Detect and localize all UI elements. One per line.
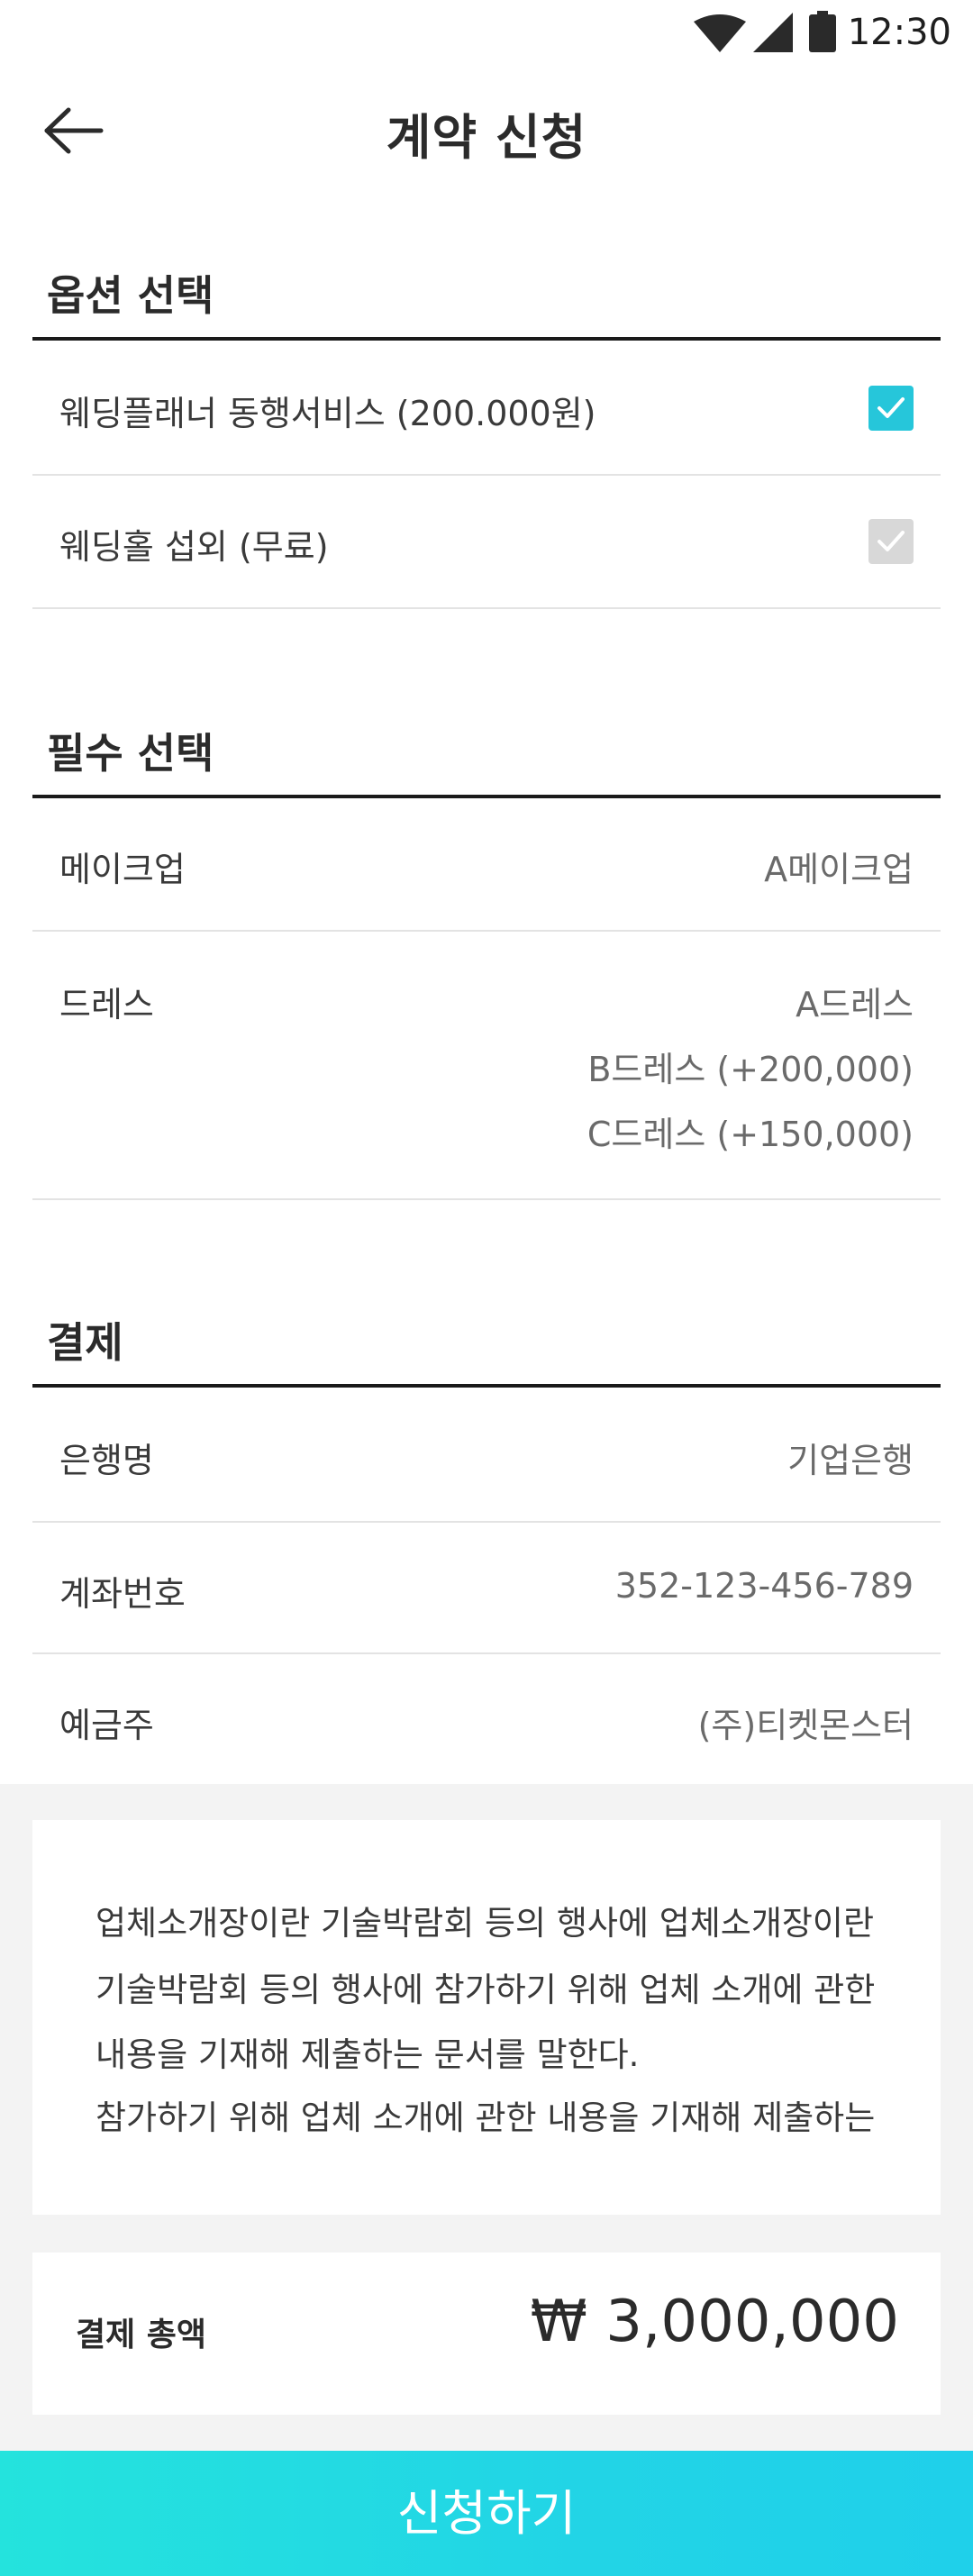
section-divider — [32, 1384, 941, 1388]
row-divider — [32, 607, 941, 609]
row-divider — [32, 474, 941, 476]
account-holder-label: 예금주 — [59, 1706, 154, 1745]
battery-icon — [809, 11, 836, 52]
section-title-required: 필수 선택 — [47, 729, 214, 778]
option-checkbox-planner[interactable] — [868, 386, 914, 431]
total-label: 결제 총액 — [76, 2317, 207, 2353]
notice-line: 참가하기 위해 업체 소개에 관한 내용을 기재해 제출하는 — [95, 2098, 876, 2137]
option-label-planner: 웨딩플래너 동행서비스 (200.000원) — [59, 394, 596, 433]
section-title-options: 옵션 선택 — [47, 271, 214, 320]
option-label-hall: 웨딩홀 섭외 (무료) — [59, 527, 329, 567]
row-divider — [32, 1521, 941, 1523]
bank-name-label: 은행명 — [59, 1441, 154, 1480]
bank-name-value: 기업은행 — [787, 1441, 914, 1480]
status-time: 12:30 — [847, 12, 951, 53]
wifi-icon — [694, 14, 746, 52]
section-divider — [32, 337, 941, 341]
account-number-value: 352-123-456-789 — [614, 1566, 914, 1606]
check-icon — [878, 531, 905, 551]
dress-option-b[interactable]: B드레스 (+200,000) — [587, 1042, 914, 1091]
row-divider — [32, 1652, 941, 1654]
makeup-value[interactable]: A메이크업 — [764, 842, 914, 891]
makeup-label: 메이크업 — [59, 850, 186, 889]
notice-line: 기술박람회 등의 행사에 참가하기 위해 업체 소개에 관한 — [95, 1971, 876, 2009]
check-icon — [878, 397, 905, 418]
option-checkbox-hall[interactable] — [868, 519, 914, 564]
total-amount: ₩ 3,000,000 — [530, 2289, 899, 2355]
row-divider — [32, 1198, 941, 1200]
total-box: 결제 총액 ₩ 3,000,000 — [32, 2253, 941, 2415]
account-number-label: 계좌번호 — [59, 1574, 186, 1614]
dress-label: 드레스 — [59, 985, 154, 1024]
row-divider — [32, 930, 941, 932]
section-title-payment: 결제 — [47, 1318, 123, 1367]
notice-box: 업체소개장이란 기술박람회 등의 행사에 업체소개장이란 기술박람회 등의 행사… — [32, 1820, 941, 2215]
app-bar: 계약 신청 — [0, 72, 973, 189]
status-bar: 12:30 — [0, 0, 973, 65]
notice-line: 업체소개장이란 기술박람회 등의 행사에 업체소개장이란 — [95, 1904, 875, 1943]
signal-icon — [753, 13, 793, 52]
dress-option-c[interactable]: C드레스 (+150,000) — [587, 1106, 914, 1156]
submit-button[interactable]: 신청하기 — [0, 2451, 973, 2576]
section-divider — [32, 795, 941, 798]
notice-line: 내용을 기재해 제출하는 문서를 말한다. — [95, 2035, 640, 2074]
page-title: 계약 신청 — [386, 109, 587, 166]
dress-option-a[interactable]: A드레스 — [796, 977, 914, 1026]
account-holder-value: (주)티켓몬스터 — [697, 1706, 914, 1745]
